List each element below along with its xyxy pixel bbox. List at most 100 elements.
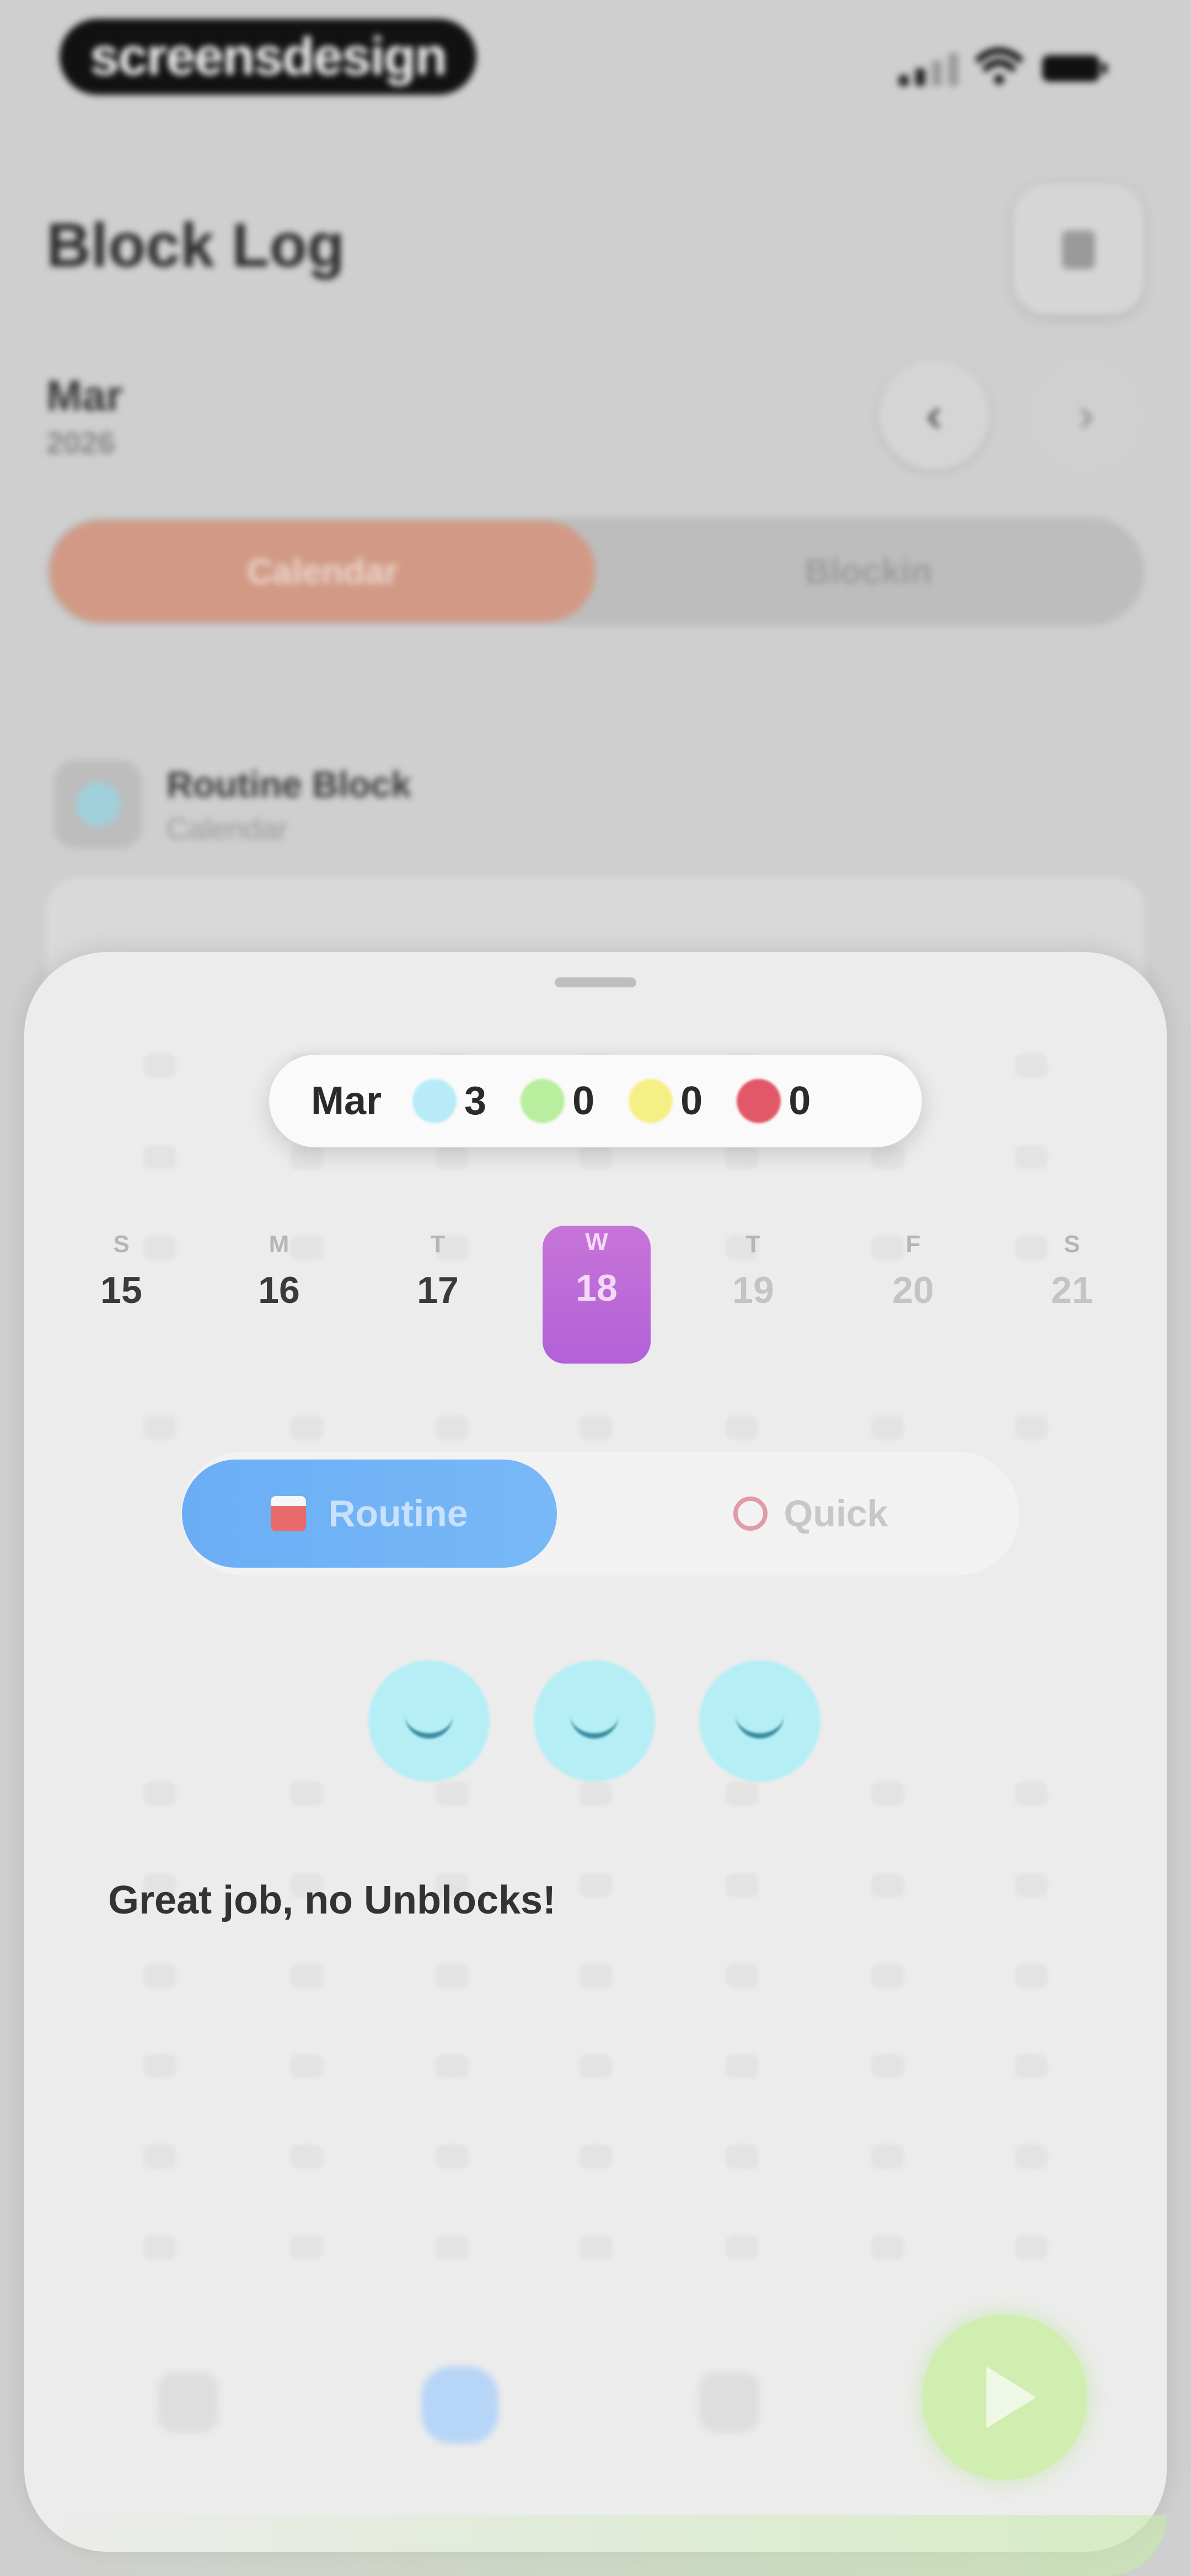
- tab-log-icon[interactable]: [421, 2366, 498, 2444]
- monthly-stats-pill: Mar 3 0 0 0: [269, 1055, 922, 1147]
- ghost-grid-cell: [871, 2235, 904, 2259]
- start-block-button[interactable]: [922, 2315, 1087, 2480]
- ghost-grid-cell: [290, 2235, 323, 2259]
- stat-blue: 3: [412, 1078, 486, 1124]
- ghost-grid-cell: [579, 1145, 612, 1169]
- calendar-icon: [1062, 231, 1095, 269]
- ghost-grid-cell: [726, 1782, 759, 1806]
- day-number: 20: [892, 1269, 934, 1311]
- day-letter: M: [269, 1231, 289, 1258]
- ghost-grid-cell: [143, 2054, 176, 2078]
- ghost-grid-cell: [143, 2235, 176, 2259]
- battery-icon: [1042, 55, 1107, 82]
- tab-quick[interactable]: Quick: [607, 1460, 1015, 1568]
- stat-green: 0: [521, 1078, 594, 1124]
- day-letter: S: [113, 1231, 130, 1258]
- summary-message: Great job, no Unblocks!: [108, 1878, 556, 1922]
- day-letter: W: [585, 1228, 608, 1255]
- segment-blockin[interactable]: Blockin: [596, 521, 1141, 622]
- calendar-icon: [271, 1496, 307, 1531]
- previous-month-button[interactable]: ‹: [879, 360, 989, 470]
- stat-yellow-count: 0: [680, 1079, 703, 1123]
- day-number: 17: [417, 1269, 459, 1311]
- day-number: 15: [100, 1269, 142, 1311]
- brand-logo: screensdesign: [60, 19, 476, 95]
- ghost-grid-cell: [579, 1964, 612, 1988]
- sheet-glow: [24, 2515, 1167, 2576]
- ghost-grid-cell: [871, 2054, 904, 2078]
- year-label: 2026: [46, 425, 115, 460]
- ghost-grid-cell: [726, 2145, 759, 2169]
- ghost-grid-cell: [1015, 2235, 1048, 2259]
- ghost-grid-cell: [726, 2054, 759, 2078]
- month-label: Mar: [46, 371, 123, 420]
- tab-routine[interactable]: Routine: [182, 1460, 557, 1568]
- ghost-grid-cell: [436, 2054, 469, 2078]
- day-21[interactable]: S 21: [1017, 1228, 1127, 1312]
- ghost-grid-cell: [290, 1145, 323, 1169]
- ghost-grid-cell: [579, 2145, 612, 2169]
- cellular-signal-icon: [899, 53, 958, 86]
- ghost-grid-cell: [1015, 1782, 1048, 1806]
- day-17[interactable]: T 17: [383, 1228, 493, 1312]
- page-title: Block Log: [46, 211, 345, 280]
- stat-yellow: 0: [629, 1078, 702, 1124]
- ghost-grid-cell: [1015, 1145, 1048, 1169]
- blue-status-dot-icon: [412, 1079, 457, 1123]
- day-letter: S: [1064, 1231, 1080, 1258]
- ghost-grid-cell: [436, 2145, 469, 2169]
- routine-block-title: Routine Block: [167, 764, 411, 805]
- ghost-grid-cell: [1015, 2145, 1048, 2169]
- day-letter: T: [745, 1231, 761, 1258]
- day-18-selected[interactable]: W 18: [543, 1226, 651, 1364]
- day-20[interactable]: F 20: [858, 1228, 968, 1312]
- calendar-toggle-button[interactable]: [1013, 184, 1144, 314]
- ghost-grid-cell: [871, 1415, 904, 1440]
- stat-blue-count: 3: [464, 1079, 487, 1123]
- ghost-grid-cell: [871, 1145, 904, 1169]
- ghost-grid-cell: [726, 1145, 759, 1169]
- day-16[interactable]: M 16: [224, 1228, 334, 1312]
- week-strip: S 15 M 16 T 17 W 18 T 19 F 20 S 21: [66, 1226, 1127, 1377]
- ghost-grid-cell: [1015, 1873, 1048, 1898]
- yellow-status-dot-icon: [629, 1079, 673, 1123]
- ghost-grid-cell: [1015, 2054, 1048, 2078]
- next-month-button[interactable]: ›: [1031, 360, 1141, 470]
- day-19[interactable]: T 19: [698, 1228, 808, 1312]
- smiley-face-icon: [534, 1660, 655, 1782]
- day-letter: T: [430, 1231, 446, 1258]
- ghost-grid-cell: [290, 1415, 323, 1440]
- ghost-grid-cell: [143, 1964, 176, 1988]
- ghost-grid-cell: [436, 1145, 469, 1169]
- ghost-grid-cell: [871, 1964, 904, 1988]
- ghost-grid-cell: [290, 2145, 323, 2169]
- stat-red-count: 0: [788, 1079, 811, 1123]
- ghost-grid-cell: [726, 1964, 759, 1988]
- block-result-faces: [368, 1660, 831, 1782]
- ghost-grid-cell: [871, 1782, 904, 1806]
- routine-block-icon: [54, 760, 142, 848]
- day-number: 19: [732, 1269, 774, 1311]
- ghost-grid-cell: [579, 2235, 612, 2259]
- tab-home-icon[interactable]: [158, 2372, 218, 2433]
- day-15[interactable]: S 15: [66, 1228, 176, 1312]
- ghost-grid-cell: [436, 1964, 469, 1988]
- ghost-grid-cell: [1015, 1415, 1048, 1440]
- ghost-grid-cell: [143, 1782, 176, 1806]
- ghost-grid-cell: [290, 1964, 323, 1988]
- ghost-grid-cell: [436, 1782, 469, 1806]
- timer-icon: [733, 1497, 768, 1531]
- ghost-grid-cell: [579, 1782, 612, 1806]
- day-number: 16: [258, 1269, 300, 1311]
- stat-green-count: 0: [572, 1079, 595, 1123]
- ghost-grid-cell: [436, 1415, 469, 1440]
- ghost-grid-cell: [436, 2235, 469, 2259]
- tab-routine-label: Routine: [328, 1493, 468, 1535]
- ghost-grid-cell: [871, 2145, 904, 2169]
- sheet-drag-handle[interactable]: [555, 977, 636, 987]
- day-number: 18: [576, 1267, 618, 1309]
- ghost-grid-cell: [726, 2235, 759, 2259]
- play-icon: [986, 2366, 1036, 2428]
- tab-stats-icon[interactable]: [699, 2372, 760, 2433]
- segment-calendar[interactable]: Calendar: [50, 521, 596, 622]
